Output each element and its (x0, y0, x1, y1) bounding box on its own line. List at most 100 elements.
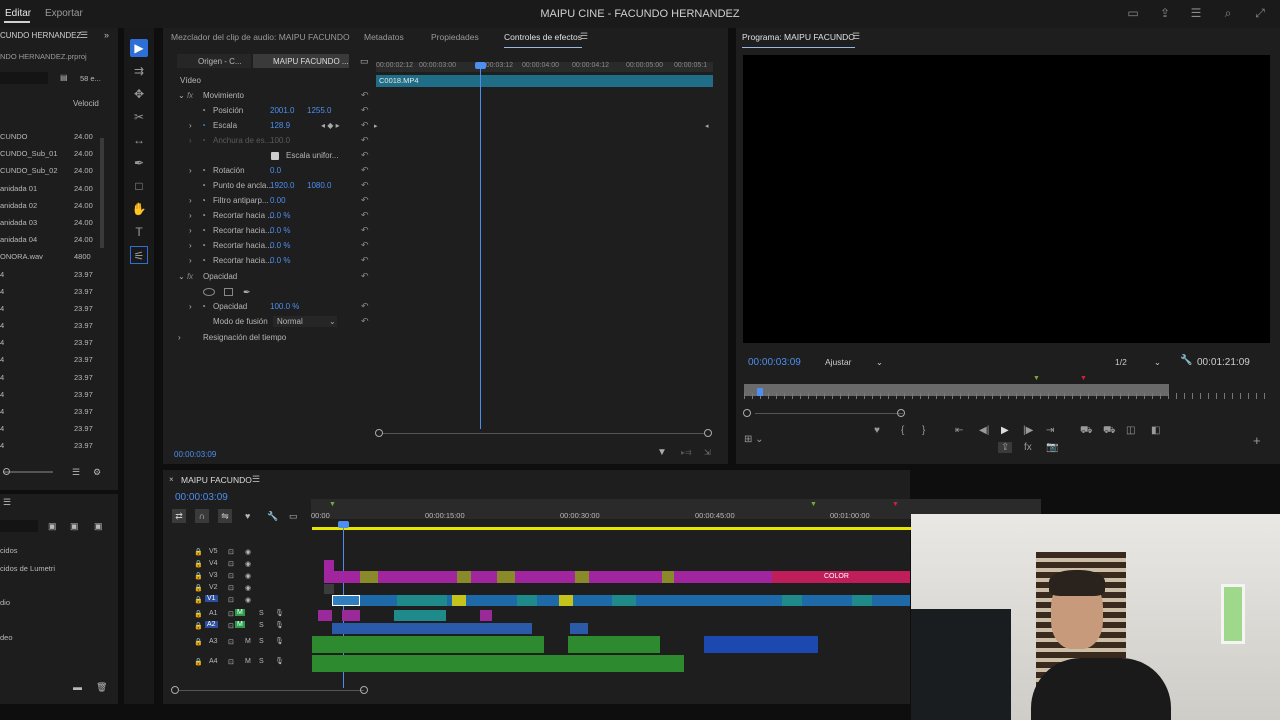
crop-row[interactable]: › ◔ Recortar hacia... 0.0 % ↶ (163, 239, 373, 254)
play-audio-icon[interactable]: ▸⇉ (681, 448, 692, 457)
ec-scroll-start[interactable] (375, 429, 383, 437)
clip-color[interactable]: COLOR (772, 571, 910, 583)
selection-tool-icon[interactable]: ▶ (130, 39, 148, 57)
list-item[interactable]: 4 23.97 (0, 390, 100, 407)
extract-icon[interactable]: ⛟ (1103, 425, 1116, 438)
trash-icon[interactable]: 🗑 (96, 682, 107, 693)
antiflicker-value[interactable]: 0.00 (270, 196, 286, 205)
export-frame-icon[interactable]: ⇲ (704, 448, 711, 457)
crop-value[interactable]: 0.0 % (270, 256, 290, 265)
ellipse-mask-icon[interactable] (203, 288, 215, 296)
sequence-dropdown[interactable]: MAIPU FACUNDO ... (253, 54, 349, 68)
list-item[interactable]: anidada 02 24.00 (0, 201, 100, 218)
antiflicker-row[interactable]: › ◔ Filtro antiparp... 0.00 ↶ (163, 194, 373, 209)
list-item[interactable]: 4 23.97 (0, 373, 100, 390)
search-icon[interactable]: ⌕ (1221, 6, 1235, 20)
track-select-icon[interactable]: ⇉ (130, 62, 148, 80)
blend-mode-dropdown[interactable]: Normal (273, 316, 337, 327)
comparison-icon[interactable]: ◧ (1151, 425, 1160, 436)
go-to-in-icon[interactable]: ⇤ (955, 425, 963, 436)
uniform-scale-checkbox[interactable] (271, 152, 279, 160)
list-item[interactable]: 4 23.97 (0, 355, 100, 372)
list-item[interactable]: CUNDO_Sub_01 24.00 (0, 149, 100, 166)
fullscreen-icon[interactable]: ▭ (1126, 6, 1140, 20)
clip-a3[interactable] (568, 636, 660, 653)
list-item[interactable]: anidada 04 24.00 (0, 235, 100, 252)
pen-mask-icon[interactable]: ✒ (243, 287, 251, 298)
list-item[interactable]: 4 23.97 (0, 321, 100, 338)
razor-icon[interactable]: ✂ (130, 108, 148, 126)
list-view-icon[interactable]: ☰ (72, 467, 80, 478)
list-item[interactable]: 4 23.97 (0, 424, 100, 441)
crop-value[interactable]: 0.0 % (270, 226, 290, 235)
search-input[interactable] (0, 72, 48, 84)
link-icon[interactable]: ∩ (195, 509, 209, 523)
ec-playhead[interactable] (480, 64, 481, 429)
menu-icon[interactable]: ☰ (1189, 6, 1203, 20)
sequence-tab[interactable]: MAIPU FACUNDO (181, 475, 252, 485)
filter-icon[interactable]: ▼ (657, 447, 667, 458)
rotation-row[interactable]: › ◔ Rotación 0.0 ↶ (163, 164, 373, 179)
clip-v1[interactable] (559, 595, 573, 606)
timeline-playhead-handle[interactable] (338, 521, 349, 528)
chevron-right-icon[interactable]: » (104, 30, 109, 40)
toggle-timeline-icon[interactable]: ▭ (360, 56, 369, 67)
effects-folder[interactable]: cidos de Lumetri (0, 564, 55, 573)
motion-row[interactable]: ⌄ fx Movimiento ↶ (163, 89, 373, 104)
clip-v2[interactable] (324, 584, 334, 594)
timeline-scroll-track[interactable] (179, 690, 364, 691)
opacity-row[interactable]: › ◔ Opacidad 100.0 % ↶ (163, 300, 373, 315)
list-item[interactable]: anidada 03 24.00 (0, 218, 100, 235)
effects-folder[interactable]: cidos (0, 546, 18, 555)
rectangle-mask-icon[interactable] (224, 288, 233, 296)
effects-folder[interactable]: dio (0, 598, 10, 607)
close-icon[interactable]: × (169, 475, 174, 484)
list-item[interactable]: 4 23.97 (0, 338, 100, 355)
blend-row[interactable]: Modo de fusión Normal ⌄ ↶ (163, 315, 373, 330)
clip-v3[interactable] (575, 571, 589, 583)
export-icon[interactable]: ⇪ (998, 442, 1013, 453)
clip-a3-blue[interactable] (704, 636, 818, 653)
track-label[interactable]: A2 (205, 621, 218, 628)
panel-menu-icon[interactable]: ☰ (80, 30, 88, 41)
anchor-row[interactable]: ◔ Punto de ancla... 1920.0 1080.0 ↶ (163, 179, 373, 194)
position-x[interactable]: 2001.0 (270, 106, 294, 115)
slip-icon[interactable]: ↔ (130, 131, 148, 149)
camera-icon[interactable]: 📷 (1046, 442, 1058, 453)
ec-scroll-track[interactable] (378, 433, 710, 434)
hand-icon[interactable]: ✋ (130, 200, 148, 218)
wrench-icon[interactable]: 🔧 (1180, 355, 1192, 366)
list-item[interactable]: CUNDO_Sub_02 24.00 (0, 166, 100, 183)
wrench-icon[interactable]: 🔧 (267, 511, 278, 522)
list-item[interactable]: 4 23.97 (0, 441, 100, 458)
resolution-dropdown[interactable]: 1/2 ⌄ (1110, 355, 1164, 369)
clip-v1[interactable] (852, 595, 872, 606)
list-item[interactable]: anidada 01 24.00 (0, 184, 100, 201)
clip-v1-selected[interactable] (332, 595, 360, 606)
timeline-timecode[interactable]: 00:00:03:09 (175, 492, 228, 503)
clip-v1[interactable] (452, 595, 466, 606)
effects-search-input[interactable] (0, 520, 38, 532)
clip-a4[interactable] (312, 655, 684, 672)
zoom-handle-end[interactable] (897, 409, 905, 417)
timeline-scroll-end[interactable] (360, 686, 368, 694)
opacity-group-row[interactable]: ⌄ fx Opacidad ↶ (163, 270, 373, 285)
panel-menu-icon[interactable]: ☰ (580, 31, 588, 42)
position-row[interactable]: ◔ Posición 2001.0 1255.0 ↶ (163, 104, 373, 119)
clip-a1[interactable] (394, 610, 446, 621)
program-playhead[interactable] (757, 388, 763, 396)
crop-row[interactable]: › ◔ Recortar hacia... 0.0 % ↶ (163, 224, 373, 239)
ec-timecode[interactable]: 00:00:03:09 (174, 450, 216, 459)
clip-a1[interactable] (342, 610, 360, 621)
column-header-rate[interactable]: Velocid (73, 99, 99, 108)
play-icon[interactable]: ▶ (1001, 425, 1009, 436)
scrollbar[interactable] (100, 138, 104, 248)
tab-effect-controls[interactable]: Controles de efectos (504, 32, 582, 48)
share-icon[interactable]: ⇪ (1158, 6, 1172, 20)
pen-icon[interactable]: ✒ (130, 154, 148, 172)
clip-a3[interactable] (312, 636, 544, 653)
list-item[interactable]: 4 23.97 (0, 304, 100, 321)
track-label[interactable]: V1 (205, 595, 218, 602)
clip-v3[interactable] (497, 571, 515, 583)
opacity-value[interactable]: 100.0 % (270, 302, 299, 311)
